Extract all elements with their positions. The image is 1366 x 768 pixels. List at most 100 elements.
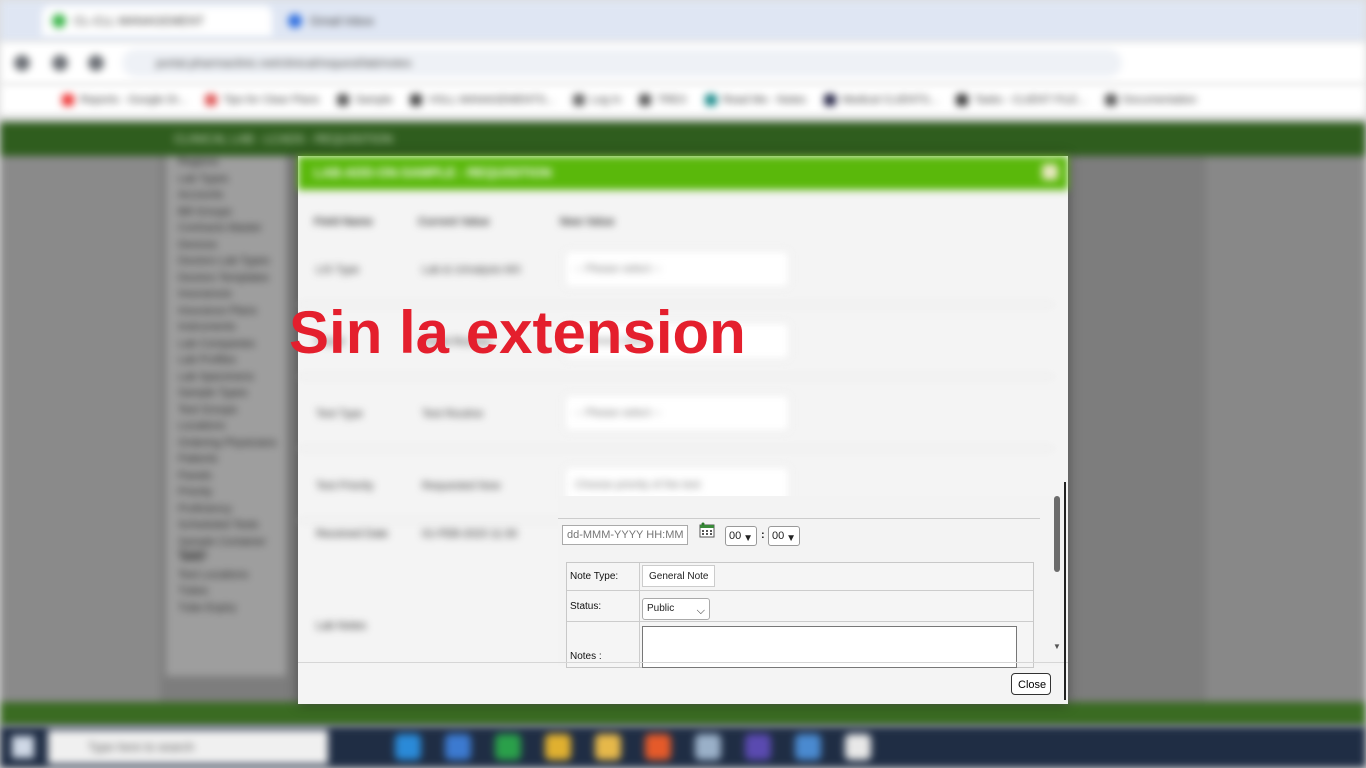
bookmark[interactable]: VGLL MANAGEMENTS... bbox=[410, 93, 555, 106]
tab-favicon-icon bbox=[52, 14, 66, 28]
menu-item[interactable]: Lab Profiles bbox=[166, 354, 286, 371]
menu-item[interactable]: Contracts Master bbox=[166, 222, 286, 239]
modal-blurred-labels: Received Date 01-FEB-2023 11:30 Lab Note… bbox=[298, 496, 558, 696]
column-header: New Value bbox=[560, 216, 615, 228]
app-icon[interactable] bbox=[645, 734, 671, 760]
bookmark[interactable]: Tasks - CLIENT FILE... bbox=[956, 93, 1087, 106]
bookmark[interactable]: TREX bbox=[639, 93, 687, 106]
menu-item[interactable]: Panels bbox=[166, 470, 286, 487]
menu-item[interactable]: Tests bbox=[166, 552, 286, 569]
menu-item[interactable]: Proficiency bbox=[166, 503, 286, 520]
bookmark[interactable]: Log In bbox=[572, 93, 621, 106]
menu-item[interactable]: Bill Groups bbox=[166, 206, 286, 223]
received-date-input[interactable] bbox=[562, 525, 688, 545]
app-icon[interactable] bbox=[745, 734, 771, 760]
forward-icon[interactable] bbox=[52, 55, 68, 71]
menu-item[interactable]: Doctors Lab Types bbox=[166, 255, 286, 272]
note-type-label: Note Type: bbox=[570, 571, 619, 582]
bookmark[interactable]: Reports - Google Dr... bbox=[62, 93, 187, 106]
browser-icon[interactable] bbox=[545, 734, 571, 760]
taskbar: Type here to search bbox=[0, 726, 1366, 768]
divider bbox=[567, 621, 1033, 622]
notes-label: Notes : bbox=[570, 651, 602, 662]
chevron-down-icon: ▼ bbox=[786, 533, 796, 544]
tab-favicon-icon bbox=[288, 14, 302, 28]
menu-item[interactable]: Scheduled Tests bbox=[166, 519, 286, 536]
notes-table: Note Type: General Note Status: Public ⌵… bbox=[566, 562, 1034, 668]
bookmark[interactable]: Read Me - Notes bbox=[704, 93, 806, 106]
menu-item[interactable]: Sample Container Types bbox=[166, 536, 286, 560]
modal-scrollbar[interactable]: ▼ bbox=[1053, 496, 1063, 664]
tab-label: CL-CLL MANAGEMENT bbox=[74, 14, 205, 28]
divider bbox=[558, 518, 1040, 519]
app-icon[interactable] bbox=[695, 734, 721, 760]
modal-row: LIS Type Lab & Urinalysis MX -- Please sel… bbox=[298, 234, 1054, 305]
bookmark[interactable]: Documentation bbox=[1104, 93, 1197, 106]
menu-item[interactable]: Instruments bbox=[166, 321, 286, 338]
menu-item[interactable]: Regions bbox=[166, 156, 286, 173]
tab-label: Gmail Inbox bbox=[310, 14, 375, 28]
browser-tab[interactable]: Gmail Inbox bbox=[278, 6, 508, 36]
row-field-label: Lab Notes bbox=[316, 620, 367, 632]
divider bbox=[1064, 482, 1066, 700]
app-icon[interactable] bbox=[395, 734, 421, 760]
new-value-select[interactable]: -- Please select -- bbox=[564, 394, 790, 432]
hour-select[interactable]: 00 ▼ bbox=[725, 526, 757, 546]
menu-item[interactable]: Lab Companies bbox=[166, 338, 286, 355]
menu-item[interactable]: Test Locations bbox=[166, 569, 286, 586]
scroll-down-icon[interactable]: ▼ bbox=[1053, 642, 1061, 651]
app-icon[interactable] bbox=[445, 734, 471, 760]
back-icon[interactable] bbox=[14, 55, 30, 71]
menu-item[interactable]: Sample Types bbox=[166, 387, 286, 404]
row-field-label: Test Priority bbox=[316, 480, 374, 492]
select-placeholder: -- Please select -- bbox=[575, 407, 662, 419]
browser-tab-bar: CL-CLL MANAGEMENT Gmail Inbox bbox=[0, 0, 1366, 42]
divider bbox=[298, 662, 1068, 663]
bookmark[interactable]: Tips for Clear Plans bbox=[205, 93, 319, 106]
close-button[interactable]: Close bbox=[1011, 673, 1051, 695]
scrollbar-thumb[interactable] bbox=[1054, 496, 1060, 572]
taskbar-search[interactable]: Type here to search bbox=[48, 730, 328, 764]
menu-item[interactable]: Priority bbox=[166, 486, 286, 503]
bookmark[interactable]: Medical CLIENTS... bbox=[823, 93, 938, 106]
menu-item[interactable]: Insurances bbox=[166, 288, 286, 305]
menu-item[interactable]: Locations bbox=[166, 420, 286, 437]
windows-start-icon[interactable] bbox=[12, 736, 34, 758]
row-field-label: LIS Type bbox=[316, 264, 360, 276]
reload-icon[interactable] bbox=[88, 55, 104, 71]
menu-item[interactable]: Tubes bbox=[166, 585, 286, 602]
app-icon[interactable] bbox=[845, 734, 871, 760]
url-field[interactable]: portal.pharmaclinic.net/clinical/request… bbox=[122, 49, 1122, 77]
calendar-icon[interactable] bbox=[699, 522, 715, 538]
folder-icon[interactable] bbox=[595, 734, 621, 760]
app-header: CLINICAL LAB - LCADS - REQUISITION bbox=[0, 122, 1366, 156]
modal-row: Test Type Test Routine -- Please select -- bbox=[298, 378, 1054, 449]
new-value-select[interactable]: -- Please select -- bbox=[564, 250, 790, 288]
menu-item[interactable]: Accounts bbox=[166, 189, 286, 206]
menu-item[interactable]: Insurance Plans bbox=[166, 305, 286, 322]
menu-item[interactable]: Lab Types bbox=[166, 173, 286, 190]
app-icon[interactable] bbox=[495, 734, 521, 760]
browser-tab-active[interactable]: CL-CLL MANAGEMENT bbox=[42, 6, 272, 36]
menu-item[interactable]: Tube Expiry bbox=[166, 602, 286, 619]
menu-item[interactable]: Ordering Physicians bbox=[166, 437, 286, 454]
menu-item[interactable]: Patients bbox=[166, 453, 286, 470]
column-header: Field Name bbox=[314, 216, 373, 228]
note-type-field[interactable]: General Note bbox=[642, 565, 716, 587]
menu-item[interactable]: Test Groups bbox=[166, 404, 286, 421]
row-current-value: 01-FEB-2023 11:30 bbox=[422, 528, 518, 540]
close-icon[interactable] bbox=[1042, 164, 1058, 180]
status-select[interactable]: Public ⌵ bbox=[642, 598, 710, 620]
minute-select[interactable]: 00 ▼ bbox=[768, 526, 800, 546]
bookmark[interactable]: Sample bbox=[337, 93, 392, 106]
notes-panel: 00 ▼ : 00 ▼ Note Type: General Note Stat… bbox=[558, 496, 1064, 668]
menu-item[interactable]: Lab Specimens bbox=[166, 371, 286, 388]
bookmarks-bar: Reports - Google Dr... Tips for Clear Pl… bbox=[0, 84, 1366, 116]
row-field-label: Test Type bbox=[316, 408, 363, 420]
app-icon[interactable] bbox=[795, 734, 821, 760]
menu-item[interactable]: Doctors Templates bbox=[166, 272, 286, 289]
time-separator: : bbox=[761, 529, 765, 541]
status-value: Public bbox=[647, 603, 675, 614]
menu-item[interactable]: Devices bbox=[166, 239, 286, 256]
row-field-label: Received Date bbox=[316, 528, 389, 540]
